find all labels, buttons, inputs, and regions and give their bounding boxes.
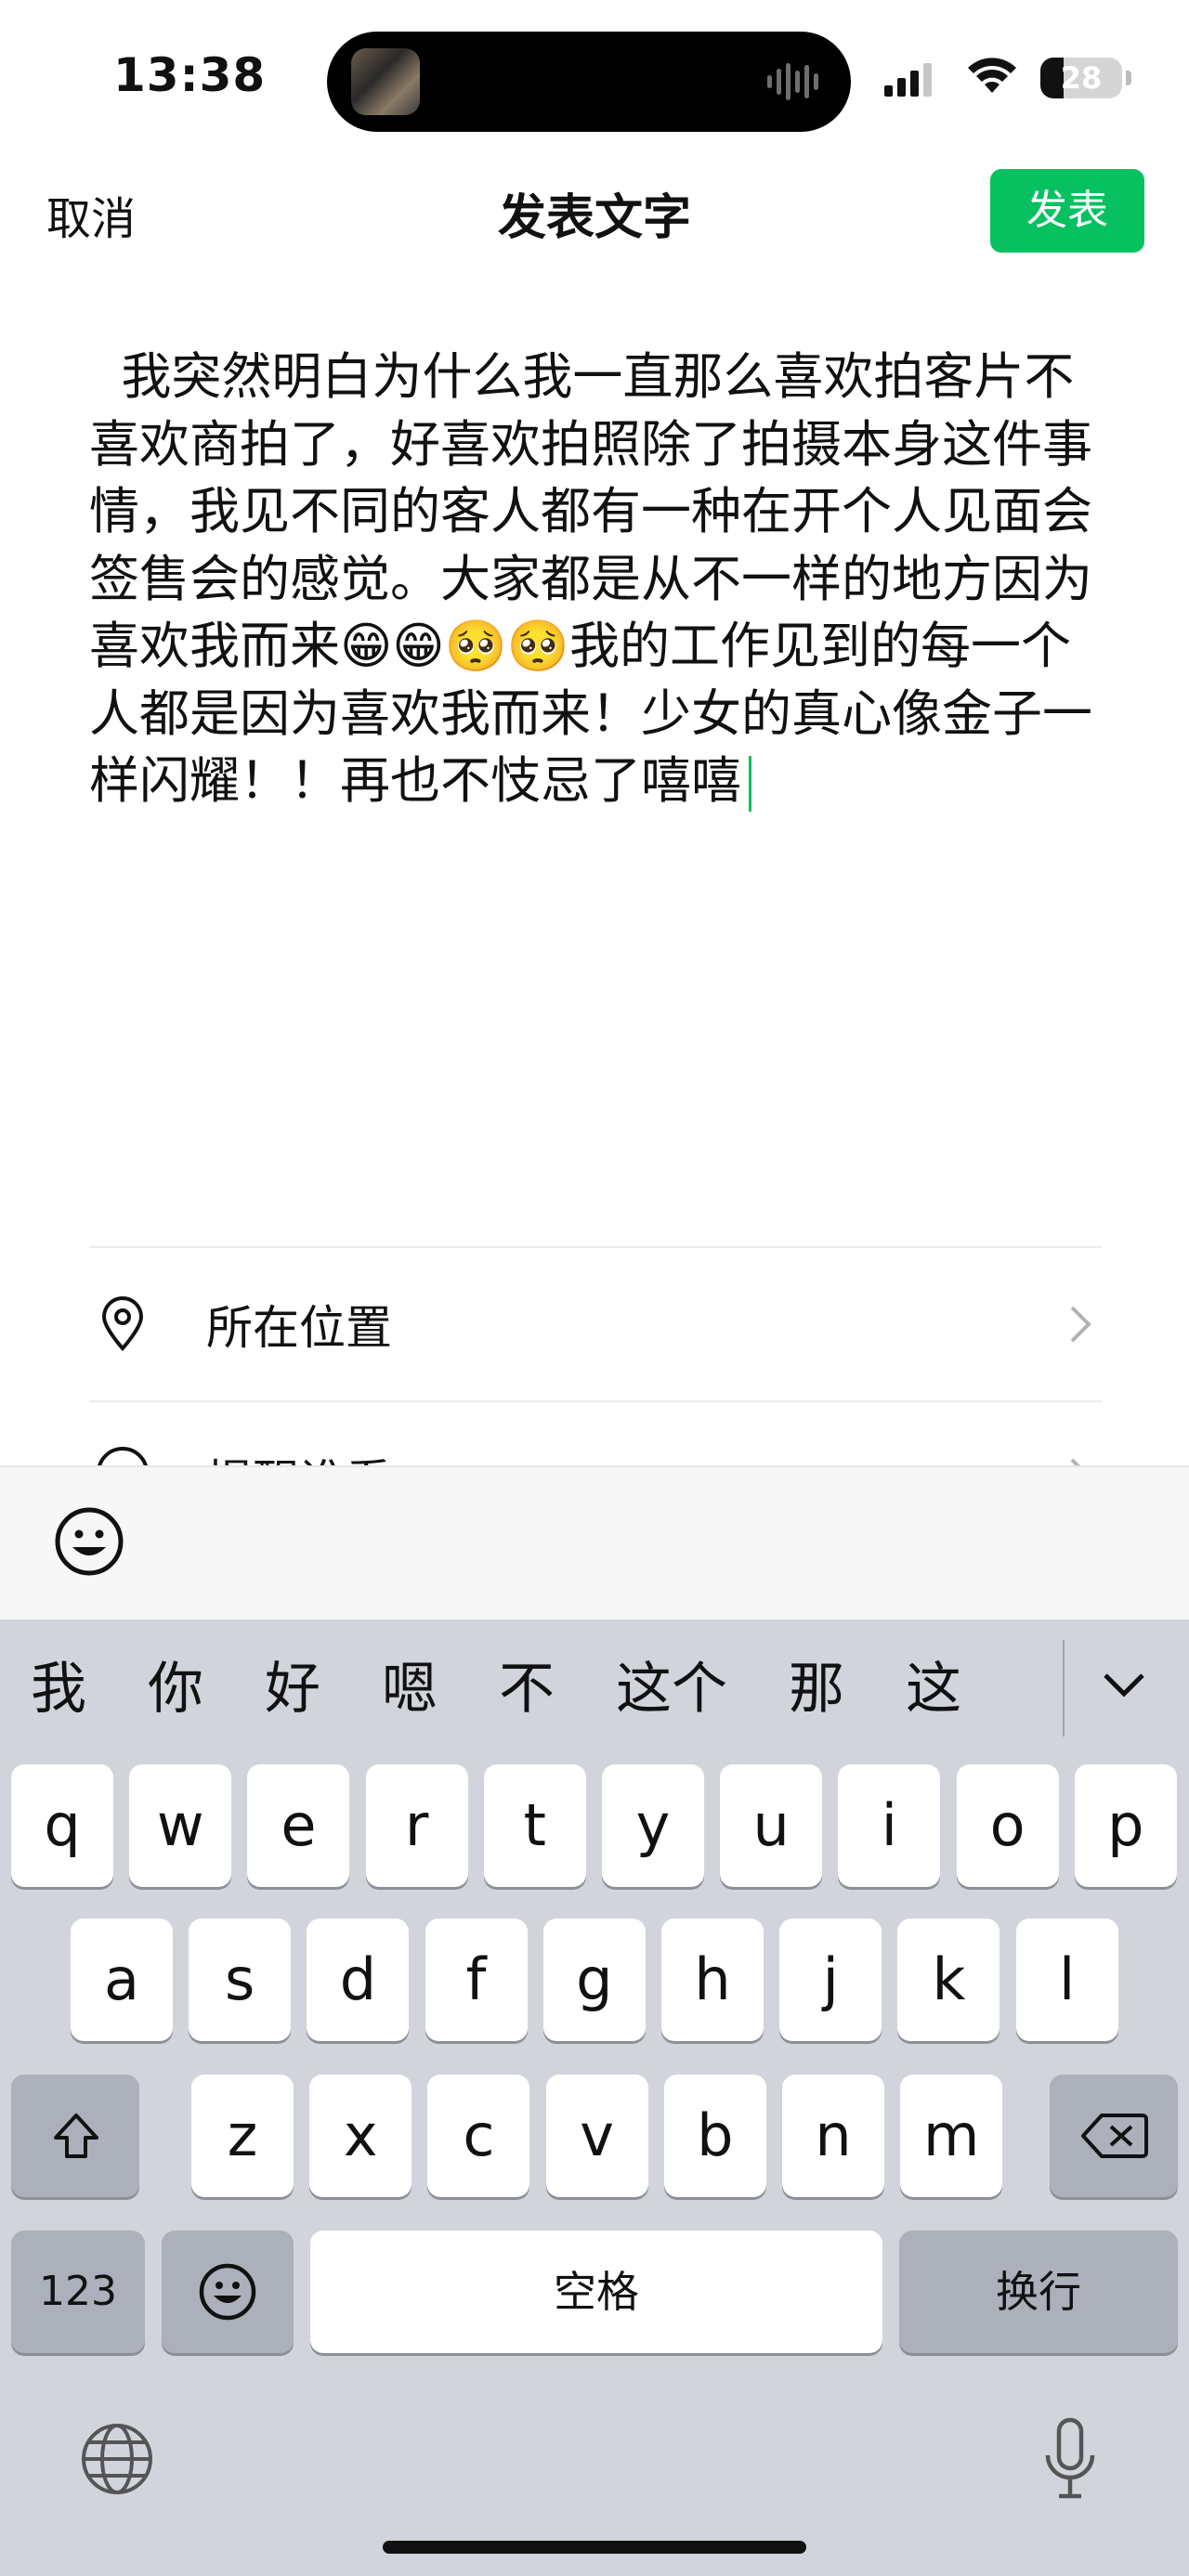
wifi-icon xyxy=(968,58,1016,93)
delete-key[interactable] xyxy=(1050,2075,1178,2197)
candidate-word[interactable]: 这 xyxy=(875,1620,992,1759)
keyboard: 我你好嗯不这个那这 qwertyuiop asdfghjkl zxcvbnm 123… xyxy=(0,1620,1189,2576)
battery-icon: 28 xyxy=(1040,58,1122,98)
battery-level: 28 xyxy=(1060,60,1103,96)
key-n[interactable]: n xyxy=(782,2075,884,2197)
microphone-icon[interactable] xyxy=(1040,2416,1100,2502)
candidate-separator xyxy=(1063,1640,1065,1737)
key-x[interactable]: x xyxy=(309,2075,412,2197)
candidate-word[interactable]: 这个 xyxy=(585,1620,758,1759)
status-bar: 13:38 28 xyxy=(0,0,1189,158)
key-k[interactable]: k xyxy=(897,1919,1000,2041)
candidate-word[interactable]: 不 xyxy=(468,1620,585,1759)
chevron-down-icon[interactable] xyxy=(1096,1666,1152,1703)
status-time: 13:38 xyxy=(113,48,267,102)
key-f[interactable]: f xyxy=(425,1919,528,2041)
cellular-signal-icon xyxy=(884,63,932,97)
post-button[interactable]: 发表 xyxy=(990,169,1144,253)
key-q[interactable]: q xyxy=(11,1764,113,1887)
key-d[interactable]: d xyxy=(307,1919,410,2041)
home-indicator xyxy=(383,2541,806,2554)
candidate-word[interactable]: 嗯 xyxy=(351,1620,468,1759)
chevron-right-icon xyxy=(1070,1458,1080,1465)
key-e[interactable]: e xyxy=(247,1764,350,1887)
candidate-word[interactable]: 我 xyxy=(0,1620,117,1759)
key-l[interactable]: l xyxy=(1015,1919,1118,2041)
smiley-icon[interactable] xyxy=(52,1504,126,1579)
divider xyxy=(89,1246,1102,1248)
location-label: 所在位置 xyxy=(206,1301,392,1355)
backspace-icon xyxy=(1081,2114,1148,2158)
key-i[interactable]: i xyxy=(838,1764,941,1887)
location-row[interactable]: 所在位置 xyxy=(89,1250,1102,1399)
location-pin-icon xyxy=(101,1296,144,1351)
shift-arrow-icon xyxy=(54,2114,98,2158)
audio-waveform-icon xyxy=(767,61,823,102)
remind-row[interactable]: 提醒谁看 xyxy=(89,1404,1102,1465)
key-j[interactable]: j xyxy=(779,1919,882,2041)
dynamic-island[interactable] xyxy=(327,32,851,132)
key-b[interactable]: b xyxy=(663,2075,766,2197)
now-playing-artwork xyxy=(351,48,420,115)
emoji-key[interactable] xyxy=(162,2231,294,2353)
key-c[interactable]: c xyxy=(427,2075,530,2197)
return-key[interactable]: 换行 xyxy=(899,2231,1178,2353)
remind-label: 提醒谁看 xyxy=(206,1445,392,1465)
key-a[interactable]: a xyxy=(71,1919,173,2041)
key-z[interactable]: z xyxy=(191,2075,294,2197)
key-t[interactable]: t xyxy=(483,1764,586,1887)
candidate-word[interactable]: 好 xyxy=(234,1620,351,1759)
chevron-right-icon xyxy=(1070,1306,1091,1343)
key-y[interactable]: y xyxy=(602,1764,704,1887)
key-m[interactable]: m xyxy=(900,2075,1003,2197)
key-h[interactable]: h xyxy=(661,1919,764,2041)
input-accessory-bar xyxy=(0,1465,1189,1620)
shift-key[interactable] xyxy=(11,2075,139,2197)
space-key[interactable]: 空格 xyxy=(310,2231,882,2353)
numbers-key[interactable]: 123 xyxy=(11,2231,145,2353)
candidate-word[interactable]: 那 xyxy=(758,1620,875,1759)
key-u[interactable]: u xyxy=(720,1764,823,1887)
key-p[interactable]: p xyxy=(1074,1764,1177,1887)
globe-icon[interactable] xyxy=(78,2420,156,2498)
post-text-input[interactable]: 我突然明白为什么我一直那么喜欢拍客片不喜欢商拍了，好喜欢拍照除了拍摄本身这件事情… xyxy=(89,344,1102,815)
candidate-bar: 我你好嗯不这个那这 xyxy=(0,1620,1189,1759)
battery-cap xyxy=(1126,71,1131,85)
candidate-word[interactable]: 你 xyxy=(117,1620,234,1759)
divider xyxy=(89,1400,1102,1402)
key-o[interactable]: o xyxy=(956,1764,1059,1887)
key-s[interactable]: s xyxy=(189,1919,292,2041)
key-w[interactable]: w xyxy=(129,1764,232,1887)
smiley-icon xyxy=(199,2263,256,2321)
text-cursor xyxy=(749,756,751,813)
key-r[interactable]: r xyxy=(365,1764,468,1887)
post-text-content: 我突然明白为什么我一直那么喜欢拍客片不喜欢商拍了，好喜欢拍照除了拍摄本身这件事情… xyxy=(89,347,1092,810)
at-sign-icon xyxy=(98,1447,148,1465)
key-g[interactable]: g xyxy=(542,1919,646,2041)
key-v[interactable]: v xyxy=(545,2075,648,2197)
